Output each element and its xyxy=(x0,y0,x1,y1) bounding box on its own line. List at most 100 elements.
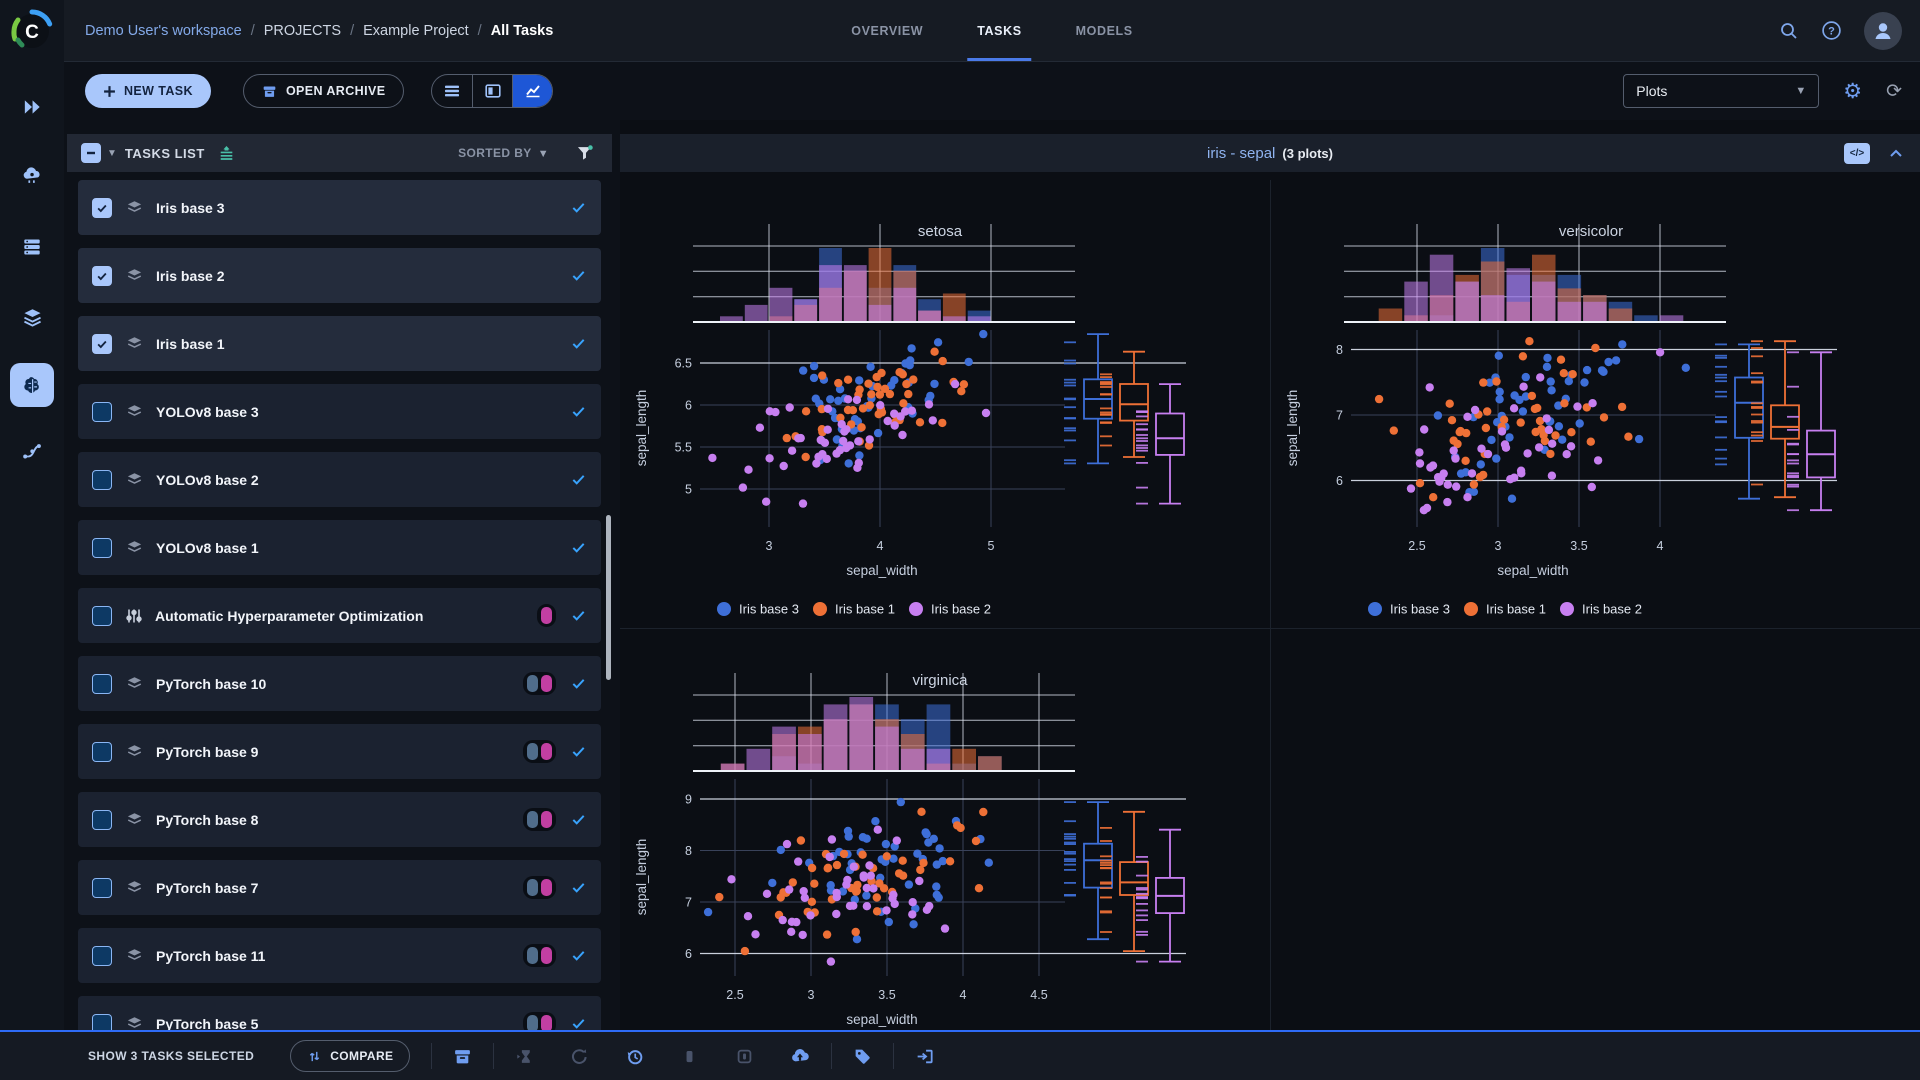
user-avatar[interactable] xyxy=(1864,12,1902,50)
task-checkbox[interactable] xyxy=(92,470,112,490)
publish-icon[interactable] xyxy=(790,1046,810,1066)
task-name[interactable]: Automatic Hyperparameter Optimization xyxy=(155,608,423,624)
task-tags xyxy=(523,672,556,695)
task-name[interactable]: PyTorch base 5 xyxy=(156,1016,258,1031)
svg-text:4: 4 xyxy=(1657,539,1664,553)
task-row[interactable]: YOLOv8 base 1 xyxy=(78,520,601,575)
task-checkbox[interactable] xyxy=(92,1014,112,1031)
chart-view-toggle[interactable] xyxy=(512,75,552,107)
nav-serving-icon[interactable] xyxy=(12,155,52,195)
select-all-checkbox[interactable] xyxy=(81,143,101,163)
task-name[interactable]: YOLOv8 base 2 xyxy=(156,472,259,488)
search-icon[interactable] xyxy=(1779,21,1799,41)
split-view-toggle[interactable] xyxy=(472,75,512,107)
task-row[interactable]: PyTorch base 7 xyxy=(78,860,601,915)
task-row[interactable]: Iris base 3 xyxy=(78,180,601,235)
svg-text:Iris base 1: Iris base 1 xyxy=(835,602,895,617)
experiment-type-icon xyxy=(125,198,144,217)
svg-text:5.5: 5.5 xyxy=(675,441,692,455)
plot-setosa[interactable]: 6.565.55345sepal_widthsepal_lengthsetosa… xyxy=(620,180,1270,628)
metric-view-dropdown[interactable]: Plots ▼ xyxy=(1623,74,1819,108)
task-name[interactable]: PyTorch base 10 xyxy=(156,676,266,692)
table-view-toggle[interactable] xyxy=(432,75,472,107)
tasks-rows: Iris base 3 Iris base 2 Iris base 1 YOLOv8 … xyxy=(67,180,612,1030)
sorted-by-dropdown[interactable]: SORTED BY▼ xyxy=(458,146,549,160)
task-checkbox[interactable] xyxy=(92,606,112,626)
task-row[interactable]: PyTorch base 10 xyxy=(78,656,601,711)
divider xyxy=(431,1043,432,1069)
add-tag-icon[interactable] xyxy=(853,1047,872,1066)
plot-section-header[interactable]: iris - sepal (3 plots) </> xyxy=(620,134,1920,172)
svg-text:4: 4 xyxy=(877,539,884,553)
task-row[interactable]: PyTorch base 9 xyxy=(78,724,601,779)
svg-text:?: ? xyxy=(1828,26,1835,38)
selection-menu-caret-icon[interactable]: ▼ xyxy=(107,148,117,159)
task-name[interactable]: PyTorch base 7 xyxy=(156,880,258,896)
plots-panel: iris - sepal (3 plots) </> 6.565.55345se… xyxy=(620,120,1920,1030)
task-row[interactable]: YOLOv8 base 3 xyxy=(78,384,601,439)
task-name[interactable]: PyTorch base 8 xyxy=(156,812,258,828)
plot-versicolor[interactable]: 8762.533.54sepal_widthsepal_lengthversic… xyxy=(1270,180,1920,628)
task-name[interactable]: PyTorch base 9 xyxy=(156,744,258,760)
task-row[interactable]: PyTorch base 5 xyxy=(78,996,601,1030)
svg-text:2.5: 2.5 xyxy=(1408,539,1425,553)
task-checkbox[interactable] xyxy=(92,810,112,830)
show-selected-label[interactable]: SHOW 3 TASKS SELECTED xyxy=(88,1049,254,1063)
move-to-project-icon[interactable] xyxy=(915,1047,934,1066)
breadcrumb-workspace[interactable]: Demo User's workspace xyxy=(85,23,242,39)
svg-text:4.5: 4.5 xyxy=(1030,988,1047,1002)
nav-projects-icon[interactable] xyxy=(10,363,54,407)
main-tabs: OVERVIEW TASKS MODELS xyxy=(841,0,1142,61)
task-checkbox[interactable] xyxy=(92,334,112,354)
archive-action-icon[interactable] xyxy=(453,1047,472,1066)
task-checkbox[interactable] xyxy=(92,674,112,694)
task-row[interactable]: PyTorch base 11 xyxy=(78,928,601,983)
nav-workers-queues-icon[interactable] xyxy=(12,227,52,267)
auto-refresh-icon[interactable]: ⟳ xyxy=(1886,82,1902,101)
clearml-logo[interactable]: C xyxy=(10,9,54,53)
svg-text:5: 5 xyxy=(685,483,692,497)
new-task-button[interactable]: NEW TASK xyxy=(85,74,211,108)
tab-tasks[interactable]: TASKS xyxy=(967,0,1031,61)
plot-virginica[interactable]: 98762.533.544.5sepal_widthsepal_lengthvi… xyxy=(620,628,1270,1030)
breadcrumb: Demo User's workspace / PROJECTS / Examp… xyxy=(85,23,553,39)
task-row[interactable]: Iris base 2 xyxy=(78,248,601,303)
task-name[interactable]: YOLOv8 base 1 xyxy=(156,540,259,556)
task-name[interactable]: PyTorch base 11 xyxy=(156,948,265,964)
nav-getting-started-icon[interactable] xyxy=(12,87,52,127)
customize-columns-icon[interactable] xyxy=(217,144,236,163)
tab-models[interactable]: MODELS xyxy=(1066,0,1143,61)
svg-text:setosa: setosa xyxy=(918,223,963,240)
task-name[interactable]: Iris base 2 xyxy=(156,268,225,284)
task-checkbox[interactable] xyxy=(92,266,112,286)
nav-datasets-icon[interactable] xyxy=(12,297,52,337)
help-icon[interactable]: ? xyxy=(1821,20,1842,41)
filter-funnel-icon[interactable] xyxy=(575,144,594,163)
embed-code-icon[interactable]: </> xyxy=(1844,143,1870,164)
task-row[interactable]: Iris base 1 xyxy=(78,316,601,371)
task-checkbox[interactable] xyxy=(92,538,112,558)
task-name[interactable]: Iris base 3 xyxy=(156,200,225,216)
nav-pipelines-icon[interactable] xyxy=(12,431,52,471)
task-name[interactable]: Iris base 1 xyxy=(156,336,225,352)
task-checkbox[interactable] xyxy=(92,878,112,898)
settings-gear-icon[interactable]: ⚙ xyxy=(1843,81,1862,102)
breadcrumb-project[interactable]: Example Project xyxy=(363,23,469,39)
retry-history-icon[interactable] xyxy=(625,1047,644,1066)
task-checkbox[interactable] xyxy=(92,402,112,422)
tab-overview[interactable]: OVERVIEW xyxy=(841,0,933,61)
task-checkbox[interactable] xyxy=(92,198,112,218)
compare-button[interactable]: COMPARE xyxy=(290,1040,410,1072)
task-checkbox[interactable] xyxy=(92,946,112,966)
compare-icon xyxy=(307,1049,322,1064)
task-checkbox[interactable] xyxy=(92,742,112,762)
collapse-section-icon[interactable] xyxy=(1888,147,1904,159)
svg-text:C: C xyxy=(25,22,39,43)
tasks-list-scrollbar[interactable] xyxy=(606,515,611,680)
open-archive-button[interactable]: OPEN ARCHIVE xyxy=(243,74,405,108)
breadcrumb-projects[interactable]: PROJECTS xyxy=(264,23,341,39)
task-name[interactable]: YOLOv8 base 3 xyxy=(156,404,259,420)
task-row[interactable]: Automatic Hyperparameter Optimization xyxy=(78,588,601,643)
task-row[interactable]: YOLOv8 base 2 xyxy=(78,452,601,507)
task-row[interactable]: PyTorch base 8 xyxy=(78,792,601,847)
